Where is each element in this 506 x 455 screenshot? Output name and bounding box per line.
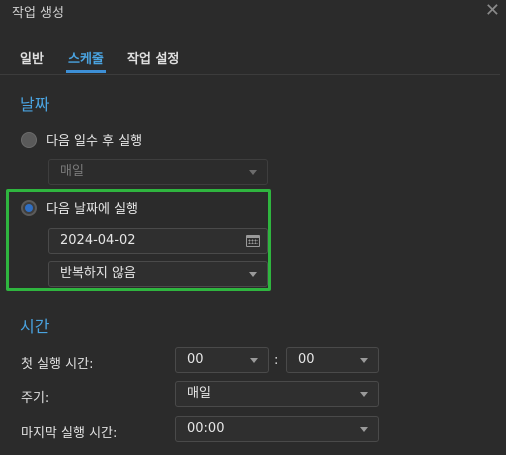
active-tab-indicator (66, 70, 106, 73)
first-run-minute-select[interactable]: 00 (286, 347, 379, 373)
radio-run-after-days[interactable]: 다음 일수 후 실행 (21, 130, 142, 149)
time-section-title: 시간 (20, 317, 50, 336)
time-separator: : (274, 353, 279, 368)
chevron-down-icon (360, 392, 368, 397)
date-input[interactable]: 2024-04-02 (48, 228, 268, 254)
chevron-down-icon (249, 272, 257, 277)
last-run-time-select[interactable]: 00:00 (175, 416, 379, 442)
create-task-dialog: 작업 생성 ✕ 일반 스케줄 작업 설정 날짜 다음 일수 후 실행 매일 다음… (0, 0, 506, 455)
first-run-hour-value: 00 (187, 352, 204, 367)
chevron-down-icon (249, 170, 257, 175)
radio-button-unchecked[interactable] (21, 131, 37, 148)
radio-run-on-date[interactable]: 다음 날짜에 실행 (21, 198, 138, 217)
tab-schedule[interactable]: 스케줄 (68, 48, 104, 67)
tab-bar: 일반 스케줄 작업 설정 (0, 40, 500, 75)
tab-task-settings[interactable]: 작업 설정 (127, 48, 179, 67)
first-run-hour-select[interactable]: 00 (175, 347, 269, 373)
date-value: 2024-04-02 (60, 233, 136, 248)
frequency-select[interactable]: 매일 (175, 381, 379, 407)
first-run-time-label: 첫 실행 시간: (21, 357, 94, 372)
run-on-date-label: 다음 날짜에 실행 (46, 202, 138, 217)
days-interval-select: 매일 (48, 159, 268, 185)
frequency-label: 주기: (21, 391, 50, 406)
repeat-value: 반복하지 않음 (60, 266, 136, 281)
first-run-minute-value: 00 (298, 352, 315, 367)
date-section-title: 날짜 (20, 95, 50, 114)
chevron-down-icon (360, 358, 368, 363)
repeat-select[interactable]: 반복하지 않음 (48, 261, 268, 287)
dialog-title: 작업 생성 (12, 6, 64, 21)
dialog-titlebar: 작업 생성 ✕ (0, 0, 506, 26)
last-run-time-value: 00:00 (187, 421, 225, 436)
chevron-down-icon (250, 358, 258, 363)
run-after-days-label: 다음 일수 후 실행 (46, 134, 143, 149)
calendar-icon[interactable] (246, 235, 260, 247)
frequency-value: 매일 (187, 386, 211, 401)
radio-button-checked[interactable] (21, 199, 37, 216)
chevron-down-icon (360, 427, 368, 432)
last-run-time-label: 마지막 실행 시간: (21, 426, 118, 441)
days-interval-value: 매일 (60, 164, 84, 179)
close-icon[interactable]: ✕ (485, 0, 500, 22)
tab-general[interactable]: 일반 (20, 48, 44, 67)
